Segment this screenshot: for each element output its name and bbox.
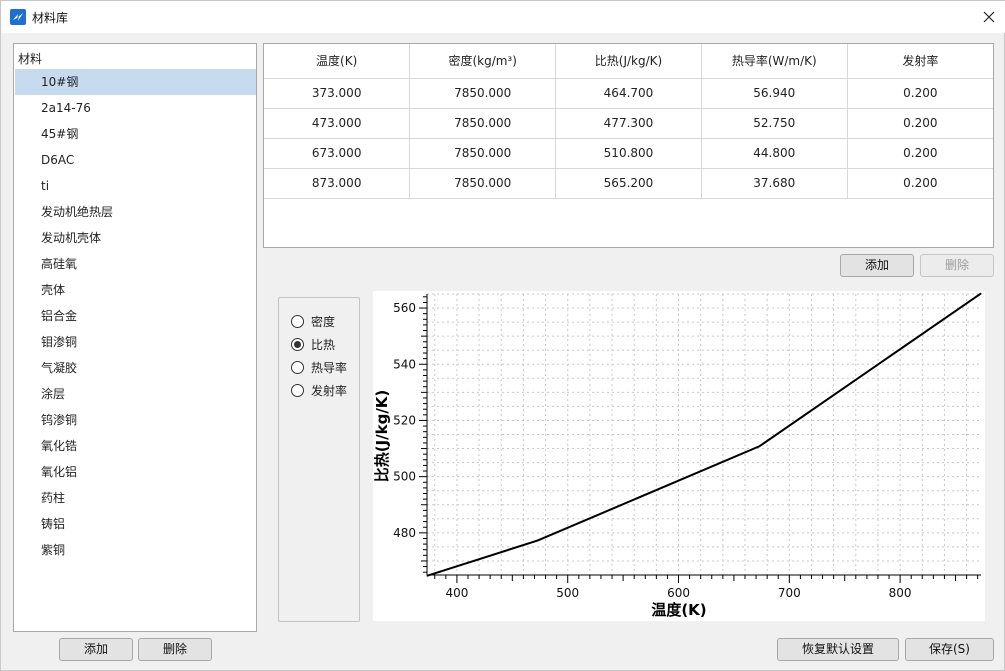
material-item[interactable]: D6AC — [15, 147, 256, 173]
table-cell[interactable]: 7850.000 — [409, 138, 557, 169]
close-icon — [983, 11, 995, 23]
table-cell[interactable]: 7850.000 — [409, 168, 557, 199]
title-bar: 材料库 — [1, 1, 1005, 33]
material-item[interactable]: 发动机壳体 — [15, 225, 256, 251]
material-item[interactable]: 涂层 — [15, 381, 256, 407]
table-cell[interactable]: 44.800 — [701, 138, 848, 169]
property-chart: 400 500 600 700 800 480 500 520 540 560 温度(K) 比热(J/… — [373, 291, 985, 621]
material-item[interactable]: 氧化锆 — [15, 433, 256, 459]
radio-button-icon[interactable] — [291, 360, 304, 374]
column-header: 热导率(W/m/K) — [701, 44, 848, 79]
property-radio[interactable]: 发射率 — [291, 382, 347, 398]
delete-material-button[interactable]: 删除 — [138, 638, 212, 661]
material-item[interactable]: 2a14-76 — [15, 95, 256, 121]
property-selector: 密度比热热导率发射率 — [278, 297, 360, 622]
material-item[interactable]: 铸铝 — [15, 511, 256, 537]
table-cell[interactable]: 0.200 — [847, 78, 993, 109]
material-item[interactable]: 药柱 — [15, 485, 256, 511]
table-cell[interactable]: 565.200 — [555, 168, 702, 199]
radio-label: 发射率 — [311, 383, 348, 398]
table-row[interactable]: 373.000 7850.000 464.700 56.940 0.200 — [264, 78, 993, 109]
save-button[interactable]: 保存(S) — [905, 638, 994, 661]
restore-defaults-button[interactable]: 恢复默认设置 — [777, 638, 899, 661]
material-item[interactable]: 10#钢 — [15, 69, 256, 95]
material-item[interactable]: 紫铜 — [15, 537, 256, 563]
add-row-button[interactable]: 添加 — [840, 254, 914, 277]
x-tick-label: 400 — [445, 586, 468, 600]
table-cell[interactable]: 510.800 — [555, 138, 702, 169]
x-tick-label: 700 — [778, 586, 801, 600]
data-point — [758, 445, 760, 447]
chart-svg: 400 500 600 700 800 480 500 520 540 560 温度(K) 比热(J/… — [373, 292, 982, 619]
y-axis-label: 比热(J/kg/K) — [373, 390, 391, 483]
table-cell[interactable]: 673.000 — [264, 138, 411, 169]
material-list[interactable]: 材料 10#钢 2a14-76 45#钢 D6AC ti 发动机绝热层 发动机壳体 高硅氧 壳体… — [13, 43, 257, 632]
property-radio[interactable]: 密度 — [291, 313, 335, 329]
radio-label: 比热 — [311, 337, 336, 352]
radio-button-icon[interactable] — [291, 337, 304, 351]
material-item[interactable]: 铝合金 — [15, 303, 256, 329]
column-header: 密度(kg/m³) — [409, 44, 557, 79]
property-table[interactable]: 温度(K) 密度(kg/m³) 比热(J/kg/K) 热导率(W/m/K) 发射率 37… — [263, 43, 994, 248]
column-header: 发射率 — [847, 44, 993, 79]
window-title: 材料库 — [32, 11, 69, 25]
y-tick-label: 480 — [393, 526, 416, 540]
table-row[interactable]: 673.000 7850.000 510.800 44.800 0.200 — [264, 138, 993, 169]
y-tick-label: 540 — [393, 357, 416, 371]
material-item[interactable]: 发动机绝热层 — [15, 199, 256, 225]
table-cell[interactable]: 0.200 — [847, 108, 993, 139]
data-point — [426, 575, 428, 577]
table-cell[interactable]: 0.200 — [847, 138, 993, 169]
radio-label: 密度 — [311, 314, 336, 329]
material-item[interactable]: 氧化铝 — [15, 459, 256, 485]
x-tick-label: 500 — [556, 586, 579, 600]
material-item[interactable]: 钨渗铜 — [15, 407, 256, 433]
property-radio[interactable]: 热导率 — [291, 359, 347, 375]
property-radio[interactable]: 比热 — [291, 336, 335, 352]
y-tick-label: 520 — [393, 413, 416, 427]
delete-row-button[interactable]: 删除 — [920, 254, 994, 277]
table-cell[interactable]: 56.940 — [701, 78, 848, 109]
material-item[interactable]: 壳体 — [15, 277, 256, 303]
table-row[interactable]: 473.000 7850.000 477.300 52.750 0.200 — [264, 108, 993, 139]
data-point — [980, 292, 982, 294]
column-header: 温度(K) — [264, 44, 411, 79]
material-item[interactable]: ti — [15, 173, 256, 199]
table-cell[interactable]: 473.000 — [264, 108, 411, 139]
material-list-header: 材料 — [18, 52, 43, 66]
table-cell[interactable]: 873.000 — [264, 168, 411, 199]
material-item[interactable]: 高硅氧 — [15, 251, 256, 277]
radio-button-icon[interactable] — [291, 383, 304, 397]
column-header: 比热(J/kg/K) — [555, 44, 702, 79]
table-cell[interactable]: 477.300 — [555, 108, 702, 139]
y-tick-label: 560 — [393, 301, 416, 315]
table-cell[interactable]: 37.680 — [701, 168, 848, 199]
data-point — [537, 539, 539, 541]
app-logo-icon — [10, 9, 26, 25]
x-axis-label: 温度(K) — [651, 601, 706, 619]
y-tick-label: 500 — [393, 470, 416, 484]
material-item[interactable]: 气凝胶 — [15, 355, 256, 381]
material-library-window: 材料库 材料 10#钢 2a14-76 45#钢 D6AC ti 发动机绝热层 发动机壳体高… — [0, 0, 1005, 671]
table-cell[interactable]: 7850.000 — [409, 108, 557, 139]
table-cell[interactable]: 52.750 — [701, 108, 848, 139]
table-row[interactable]: 873.000 7850.000 565.200 37.680 0.200 — [264, 168, 993, 199]
x-tick-label: 600 — [667, 586, 690, 600]
material-item[interactable]: 45#钢 — [15, 121, 256, 147]
material-item[interactable]: 钼渗铜 — [15, 329, 256, 355]
radio-button-icon[interactable] — [291, 314, 304, 328]
table-cell[interactable]: 464.700 — [555, 78, 702, 109]
add-material-button[interactable]: 添加 — [59, 638, 133, 661]
x-tick-label: 800 — [889, 586, 912, 600]
radio-label: 热导率 — [311, 360, 348, 375]
table-cell[interactable]: 373.000 — [264, 78, 411, 109]
close-button[interactable] — [972, 1, 1005, 33]
table-cell[interactable]: 7850.000 — [409, 78, 557, 109]
table-cell[interactable]: 0.200 — [847, 168, 993, 199]
